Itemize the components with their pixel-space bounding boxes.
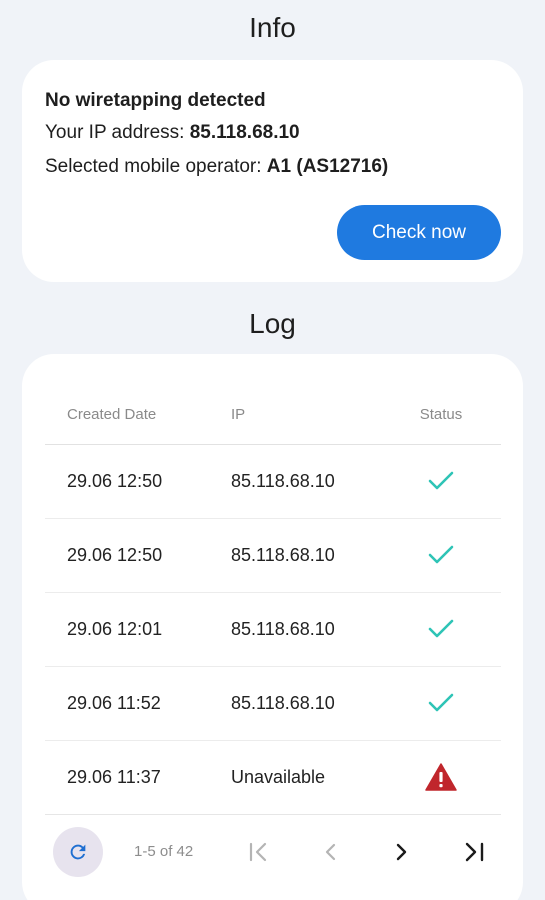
- check-icon: [428, 693, 454, 712]
- next-page-button[interactable]: [387, 837, 417, 867]
- check-icon: [428, 471, 454, 490]
- log-table: Created Date IP Status 29.06 12:50 85.11…: [45, 386, 501, 815]
- log-section-title: Log: [249, 308, 296, 339]
- first-page-icon: [249, 842, 267, 862]
- ip-address-value: 85.118.68.10: [189, 122, 300, 143]
- log-card: Created Date IP Status 29.06 12:50 85.11…: [22, 354, 523, 900]
- ip-address-line: Your IP address: 85.118.68.10: [45, 122, 300, 144]
- column-header-status[interactable]: Status: [381, 386, 501, 445]
- row-date: 29.06 11:52: [45, 666, 231, 741]
- pagination-bar: 1-5 of 42: [22, 824, 523, 880]
- table-row[interactable]: 29.06 12:01 85.118.68.10: [45, 592, 501, 667]
- mobile-operator-label: Selected mobile operator:: [45, 156, 267, 177]
- first-page-button[interactable]: [244, 837, 274, 867]
- table-row[interactable]: 29.06 12:50 85.118.68.10: [45, 444, 501, 519]
- column-header-created-date[interactable]: Created Date: [45, 386, 231, 445]
- refresh-icon: [70, 844, 86, 860]
- row-status: [381, 444, 501, 519]
- table-row[interactable]: 29.06 11:52 85.118.68.10: [45, 666, 501, 741]
- info-section-title: Info: [249, 12, 296, 43]
- warning-icon: [425, 763, 457, 791]
- log-table-header: Created Date IP Status: [45, 386, 501, 445]
- info-card: No wiretapping detected Your IP address:…: [22, 60, 523, 282]
- check-now-button[interactable]: Check now: [337, 205, 501, 260]
- check-icon: [428, 619, 454, 638]
- row-ip: Unavailable: [231, 740, 381, 815]
- wiretapping-status: No wiretapping detected: [45, 90, 266, 111]
- row-status: [381, 518, 501, 593]
- row-date: 29.06 12:01: [45, 592, 231, 667]
- previous-page-button[interactable]: [315, 837, 345, 867]
- mobile-operator-line: Selected mobile operator: A1 (AS12716): [45, 156, 388, 178]
- pagination-range: 1-5 of 42: [134, 843, 194, 860]
- check-icon: [428, 545, 454, 564]
- row-status: [381, 592, 501, 667]
- row-status: [381, 666, 501, 741]
- row-date: 29.06 12:50: [45, 518, 231, 593]
- table-row[interactable]: 29.06 11:37 Unavailable: [45, 740, 501, 815]
- mobile-operator-value: A1 (AS12716): [266, 156, 389, 177]
- row-ip: 85.118.68.10: [231, 518, 381, 593]
- row-ip: 85.118.68.10: [231, 444, 381, 519]
- table-row[interactable]: 29.06 12:50 85.118.68.10: [45, 518, 501, 593]
- row-ip: 85.118.68.10: [231, 666, 381, 741]
- row-status: [381, 740, 501, 815]
- last-page-icon: [465, 842, 484, 862]
- refresh-button[interactable]: [53, 827, 103, 877]
- row-date: 29.06 12:50: [45, 444, 231, 519]
- chevron-left-icon: [325, 843, 336, 861]
- ip-address-label: Your IP address:: [45, 122, 190, 143]
- column-header-ip[interactable]: IP: [231, 386, 381, 445]
- chevron-right-icon: [396, 843, 407, 861]
- last-page-button[interactable]: [459, 837, 489, 867]
- row-date: 29.06 11:37: [45, 740, 231, 815]
- row-ip: 85.118.68.10: [231, 592, 381, 667]
